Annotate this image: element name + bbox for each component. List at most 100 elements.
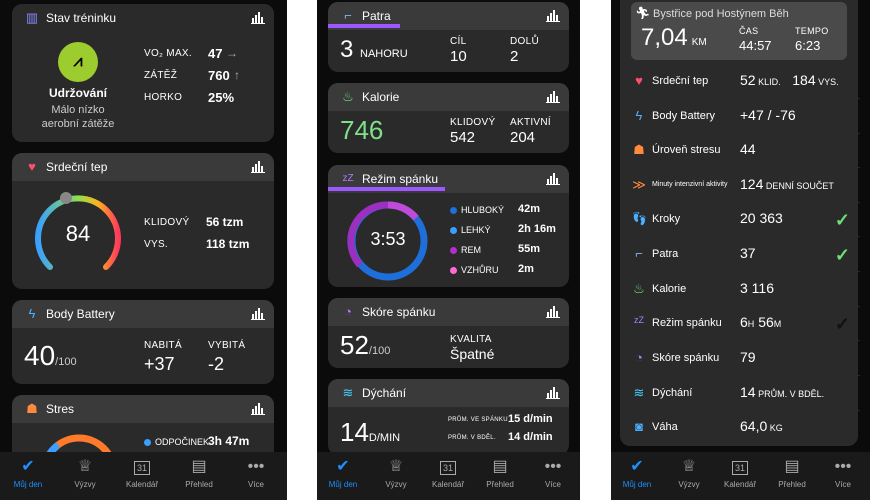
breathing-awake-label: PRŮM. V BDĚL. <box>448 435 496 441</box>
wind-icon: ≋ <box>342 385 354 400</box>
row-sleep[interactable]: zZ Režim spánku 6H 56M ✓ <box>621 306 860 341</box>
row-calories[interactable]: ♨ Kalorie 3 116 <box>621 272 860 307</box>
row-steps[interactable]: 👣︎ Kroky 20 363 ✓ <box>621 202 860 237</box>
distance-value: 7,04 KM <box>641 24 707 52</box>
goal-value: 10 <box>450 48 467 65</box>
row-label: Srdeční tep <box>652 75 709 87</box>
tab-overview[interactable]: ▤ Přehled <box>173 456 225 489</box>
tab-my-day[interactable]: ✔ Můj den <box>317 456 369 489</box>
row-value: 52 KLID. 184 VYS. <box>740 72 839 88</box>
body-battery-card[interactable]: ϟ Body Battery 40/100 NABITÁ +37 VYBITÁ … <box>12 300 274 384</box>
row-sleep-score[interactable]: ◔ Skóre spánku 79 <box>621 341 860 376</box>
activity-card[interactable]: 🏃︎ Bystřice pod Hostýnem Běh 7,04 KM ČAS … <box>631 2 847 60</box>
goal-met-check-icon: ✓ <box>834 245 850 265</box>
row-weight[interactable]: ◙ Váha 64,0 KG <box>621 410 860 444</box>
check-icon: ✔ <box>336 458 350 475</box>
breathing-unit: D/MIN <box>368 432 401 444</box>
deep-value: 42m <box>518 203 541 215</box>
tab-label: Kalendář <box>723 480 757 489</box>
chart-icon[interactable] <box>546 91 560 103</box>
scale-icon: ◙ <box>635 419 643 434</box>
sleep-score-card[interactable]: ◔ Skóre spánku 52/100 KVALITA Špatné <box>328 298 569 368</box>
running-icon: 🏃︎ <box>635 6 651 20</box>
chart-icon[interactable] <box>251 308 265 320</box>
chart-icon[interactable] <box>546 306 560 318</box>
row-floors[interactable]: ⌐ Patra 37 ✓ <box>621 237 860 272</box>
heart-rate-card[interactable]: ♥ Srdeční tep 84 KLIDOVÝ 56 tzm VYS. 118… <box>12 153 274 289</box>
tab-more[interactable]: ••• Více <box>527 456 579 489</box>
more-icon: ••• <box>544 458 562 475</box>
high-unit: VYS. <box>815 77 839 87</box>
footprints-icon: 👣︎ <box>631 211 648 226</box>
training-status-sub1: Málo nízko <box>51 104 105 116</box>
check-icon: ✔ <box>21 458 35 475</box>
chart-icon[interactable] <box>251 12 265 24</box>
tab-my-day[interactable]: ✔ Můj den <box>2 456 54 489</box>
chart-icon[interactable] <box>251 161 265 173</box>
sleep-score-number: 52 <box>340 330 369 360</box>
tab-calendar[interactable]: 31 Kalendář <box>422 456 474 489</box>
more-icon: ••• <box>834 458 852 475</box>
sleep-score-icon: ◔ <box>344 304 352 319</box>
sleep-card[interactable]: zZ Režim spánku 3:53 HLUBOKÝ 42m LEHKÝ 2… <box>328 165 569 287</box>
chart-icon[interactable] <box>546 173 560 185</box>
chart-icon[interactable] <box>251 403 265 415</box>
row-intensity-minutes[interactable]: ≫ Minuty intenzivní aktivity 124 DENNÍ SOU… <box>621 168 860 203</box>
calories-active-value: 204 <box>510 129 536 146</box>
tab-label: Přehled <box>185 480 213 489</box>
tab-calendar[interactable]: 31 Kalendář <box>116 456 168 489</box>
rem-value: 55m <box>518 243 541 255</box>
tab-label: Kalendář <box>125 480 159 489</box>
breathing-sleep-value: 15 d/min <box>508 413 553 425</box>
tab-my-day[interactable]: ✔ Můj den <box>611 456 663 489</box>
training-status-icon: ▥ <box>25 10 39 25</box>
heart-rate-value: 84 <box>65 221 91 246</box>
heat-value: 25% <box>208 90 235 105</box>
stress-icon: ☗ <box>633 142 645 157</box>
stress-rest-text: ODPOČINEK <box>155 437 210 447</box>
row-label: Body Battery <box>652 110 715 122</box>
tab-bar: ✔ Můj den ♕ Výzvy 31 Kalendář ▤ Přehled ••• V… <box>317 452 580 500</box>
breathing-card[interactable]: ≋ Dýchání 14D/MIN PRŮM. VE SPÁNKU 15 d/m… <box>328 379 569 455</box>
newspaper-icon: ▤ <box>784 458 800 475</box>
tab-overview[interactable]: ▤ Přehled <box>474 456 526 489</box>
chart-icon[interactable] <box>546 387 560 399</box>
row-heart-rate[interactable]: ♥ Srdeční tep 52 KLID. 184 VYS. <box>621 64 860 99</box>
breathing-sleep-label: PRŮM. VE SPÁNKU <box>448 417 508 423</box>
calories-rest-value: 542 <box>450 129 476 146</box>
goal-met-check-icon: ✓ <box>834 210 850 230</box>
heart-icon: ♥ <box>28 159 36 174</box>
chart-icon[interactable] <box>546 10 560 22</box>
training-status-card[interactable]: ▥ Stav tréninku ⩘ Udržování Málo nízko a… <box>12 4 274 142</box>
tab-bar: ✔ Můj den ♕ Výzvy 31 Kalendář ▤ Přehled ••• V… <box>611 452 870 500</box>
phone-screen-3: 🏃︎ Bystřice pod Hostýnem Běh 7,04 KM ČAS … <box>611 0 870 500</box>
row-value: 6H 56M <box>740 314 781 330</box>
tab-more[interactable]: ••• Více <box>230 456 282 489</box>
tab-more[interactable]: ••• Více <box>817 456 869 489</box>
battery-unit: /100 <box>55 356 77 368</box>
down-label: DOLŮ <box>510 36 539 47</box>
tab-label: Více <box>247 480 264 489</box>
floors-card[interactable]: ⌐ Patra 3 NAHORU CÍL 10 DOLŮ 2 <box>328 2 569 72</box>
floors-progress-bar <box>328 24 400 28</box>
card-title: Patra <box>362 9 391 23</box>
quality-label: KVALITA <box>450 334 492 345</box>
row-stress[interactable]: ☗ Úroveň stresu 44 <box>621 133 860 168</box>
stairs-icon: ⌐ <box>344 8 352 23</box>
rest-value: 52 <box>740 72 756 88</box>
tab-label: Výzvy <box>385 480 407 489</box>
heart-icon: ♥ <box>635 73 643 88</box>
tab-calendar[interactable]: 31 Kalendář <box>714 456 766 489</box>
tab-challenges[interactable]: ♕ Výzvy <box>663 456 715 489</box>
breathing-value: 14D/MIN <box>340 417 400 448</box>
stairs-icon: ⌐ <box>635 246 643 261</box>
load-value: 760 <box>208 68 230 83</box>
tab-challenges[interactable]: ♕ Výzvy <box>59 456 111 489</box>
tab-overview[interactable]: ▤ Přehled <box>766 456 818 489</box>
deep-label: HLUBOKÝ <box>450 205 504 215</box>
row-body-battery[interactable]: ϟ Body Battery +47 / -76 <box>621 99 860 134</box>
row-breathing[interactable]: ≋ Dýchání 14 PRŮM. V BDĚL. <box>621 376 860 411</box>
calories-card[interactable]: ♨ Kalorie 746 KLIDOVÝ 542 AKTIVNÍ 204 <box>328 83 569 153</box>
tab-challenges[interactable]: ♕ Výzvy <box>370 456 422 489</box>
stress-rest-value: 3h 47m <box>208 434 250 448</box>
